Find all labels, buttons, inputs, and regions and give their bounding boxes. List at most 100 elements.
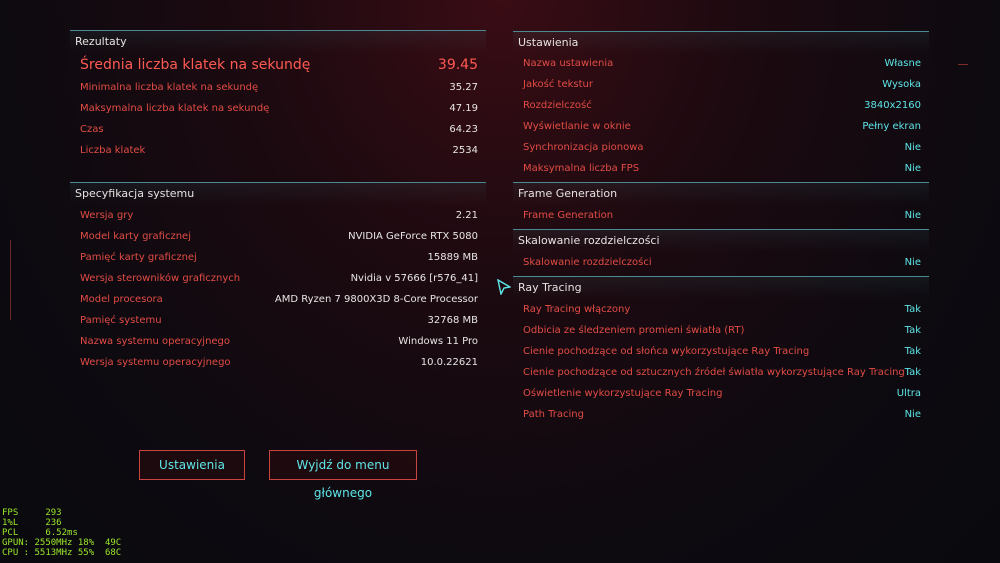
scaling-panel: Skalowanie rozdzielczości Skalowanie roz… <box>513 229 929 273</box>
row-value: NVIDIA GeForce RTX 5080 <box>348 231 478 242</box>
rt-row: Ray Tracing włączony Tak <box>513 299 929 320</box>
settings-row: Jakość tekstur Wysoka <box>513 74 929 95</box>
settings-row: Synchronizacja pionowa Nie <box>513 137 929 158</box>
results-title: Rezultaty <box>70 30 486 53</box>
avg-fps-row: Średnia liczba klatek na sekundę 39.45 <box>70 53 486 77</box>
frame-gen-title: Frame Generation <box>513 182 929 205</box>
row-value: Nie <box>904 257 921 268</box>
row-value: Pełny ekran <box>862 121 921 132</box>
row-value: 35.27 <box>449 82 478 93</box>
row-value: Windows 11 Pro <box>398 336 478 347</box>
row-label: Model procesora <box>80 294 163 305</box>
rt-row: Cienie pochodzące od słońca wykorzystują… <box>513 341 929 362</box>
row-value: Nie <box>904 409 921 420</box>
row-value: Ultra <box>896 388 921 399</box>
row-label: Nazwa systemu operacyjnego <box>80 336 231 347</box>
row-label: Ray Tracing włączony <box>523 304 631 315</box>
scaling-row: Skalowanie rozdzielczości Nie <box>513 252 929 273</box>
system-row: Pamięć systemu 32768 MB <box>70 310 486 331</box>
settings-panel: Ustawienia Nazwa ustawienia Własne Jakość… <box>513 30 929 179</box>
hud-1-percent-low: 1%L 236 <box>2 518 62 528</box>
side-decoration <box>10 240 23 320</box>
row-label: Nazwa ustawienia <box>523 58 614 69</box>
row-label: Czas <box>80 124 104 135</box>
result-row: Maksymalna liczba klatek na sekundę 47.19 <box>70 98 486 119</box>
system-row: Nazwa systemu operacyjnego Windows 11 Pro <box>70 331 486 352</box>
hud-cpu: CPU : 5513MHz 55% 68C <box>2 548 122 558</box>
settings-row: Maksymalna liczba FPS Nie <box>513 158 929 179</box>
hud-pcl: PCL 6.52ms <box>2 528 78 538</box>
row-value: Nie <box>904 210 921 221</box>
row-label: Wersja sterowników graficznych <box>80 273 241 284</box>
row-label: Minimalna liczba klatek na sekundę <box>80 82 259 93</box>
row-label: Maksymalna liczba FPS <box>523 163 640 174</box>
system-row: Pamięć karty graficznej 15889 MB <box>70 247 486 268</box>
system-title: Specyfikacja systemu <box>70 182 486 205</box>
row-label: Pamięć systemu <box>80 315 162 326</box>
row-value: Nie <box>904 163 921 174</box>
system-panel: Specyfikacja systemu Wersja gry 2.21 Mode… <box>70 182 486 373</box>
performance-overlay: FPS 293 1%L 236 PCL 6.52ms GPUN: 2550MHz… <box>2 508 121 558</box>
row-value: 32768 MB <box>427 315 478 326</box>
result-row: Minimalna liczba klatek na sekundę 35.27 <box>70 77 486 98</box>
row-value: Tak <box>904 346 921 357</box>
settings-row: Rozdzielczość 3840x2160 <box>513 95 929 116</box>
scaling-title: Skalowanie rozdzielczości <box>513 229 929 252</box>
frame-gen-panel: Frame Generation Frame Generation Nie <box>513 182 929 226</box>
row-label: Rozdzielczość <box>523 100 592 111</box>
system-row: Model karty graficznej NVIDIA GeForce RTX… <box>70 226 486 247</box>
row-value: 10.0.22621 <box>420 357 478 368</box>
row-value: 47.19 <box>449 103 478 114</box>
row-label: Maksymalna liczba klatek na sekundę <box>80 103 270 114</box>
row-value: Tak <box>904 304 921 315</box>
system-row: Wersja systemu operacyjnego 10.0.22621 <box>70 352 486 373</box>
row-label: Jakość tekstur <box>523 79 593 90</box>
row-value: Nie <box>904 142 921 153</box>
result-row: Czas 64.23 <box>70 119 486 140</box>
rt-row: Oświetlenie wykorzystujące Ray Tracing Ul… <box>513 383 929 404</box>
row-label: Wyświetlanie w oknie <box>523 121 631 132</box>
avg-fps-label: Średnia liczba klatek na sekundę <box>80 57 311 73</box>
frame-gen-row: Frame Generation Nie <box>513 205 929 226</box>
ray-tracing-title: Ray Tracing <box>513 276 929 299</box>
row-label: Frame Generation <box>523 210 614 221</box>
rt-row: Cienie pochodzące od sztucznych źródeł ś… <box>513 362 929 383</box>
row-value: 2534 <box>452 145 478 156</box>
row-label: Skalowanie rozdzielczości <box>523 257 652 268</box>
row-label: Cienie pochodzące od sztucznych źródeł ś… <box>523 367 905 378</box>
row-value: Własne <box>884 58 921 69</box>
row-value: 15889 MB <box>427 252 478 263</box>
system-row: Wersja gry 2.21 <box>70 205 486 226</box>
row-value: Wysoka <box>882 79 921 90</box>
hud-gpu: GPUN: 2550MHz 18% 49C <box>2 538 122 548</box>
row-label: Oświetlenie wykorzystujące Ray Tracing <box>523 388 723 399</box>
row-label: Cienie pochodzące od słońca wykorzystują… <box>523 346 810 357</box>
row-value: Nvidia v 57666 [r576_41] <box>350 273 478 284</box>
result-row: Liczba klatek 2534 <box>70 140 486 161</box>
corner-decoration <box>958 64 968 69</box>
settings-row: Wyświetlanie w oknie Pełny ekran <box>513 116 929 137</box>
row-label: Pamięć karty graficznej <box>80 252 197 263</box>
settings-row: Nazwa ustawienia Własne <box>513 53 929 74</box>
mouse-cursor-icon <box>497 279 511 295</box>
row-label: Odbicia ze śledzeniem promieni światła (… <box>523 325 745 336</box>
settings-title: Ustawienia <box>513 31 929 54</box>
rt-row: Odbicia ze śledzeniem promieni światła (… <box>513 320 929 341</box>
row-label: Synchronizacja pionowa <box>523 142 644 153</box>
row-value: AMD Ryzen 7 9800X3D 8-Core Processor <box>274 294 478 305</box>
settings-button[interactable]: Ustawienia <box>139 450 245 480</box>
row-label: Wersja gry <box>80 210 134 221</box>
hud-fps: FPS 293 <box>2 508 62 518</box>
row-value: 3840x2160 <box>864 100 921 111</box>
row-label: Liczba klatek <box>80 145 146 156</box>
exit-to-main-menu-button[interactable]: Wyjdź do menu głównego <box>269 450 417 500</box>
row-value: Tak <box>904 325 921 336</box>
system-row: Model procesora AMD Ryzen 7 9800X3D 8-Cor… <box>70 289 486 310</box>
row-label: Wersja systemu operacyjnego <box>80 357 231 368</box>
row-label: Model karty graficznej <box>80 231 191 242</box>
system-row: Wersja sterowników graficznych Nvidia v 5… <box>70 268 486 289</box>
ray-tracing-panel: Ray Tracing Ray Tracing włączony Tak Odbi… <box>513 276 929 425</box>
row-label: Path Tracing <box>523 409 584 420</box>
rt-row: Path Tracing Nie <box>513 404 929 425</box>
row-value: 2.21 <box>455 210 478 221</box>
